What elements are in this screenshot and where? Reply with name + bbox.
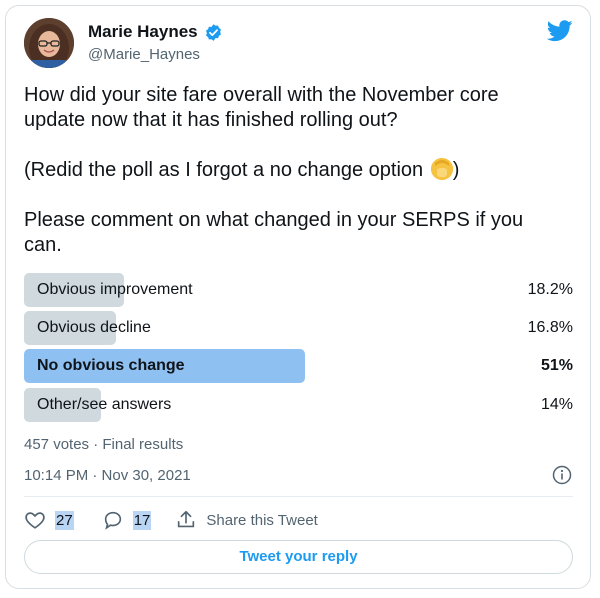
reply-count: 17 bbox=[132, 510, 152, 530]
tweet-text: How did your site fare overall with the … bbox=[24, 83, 564, 258]
poll-option-percent: 14% bbox=[540, 396, 573, 413]
twitter-bird-icon[interactable] bbox=[547, 20, 573, 42]
author-name[interactable]: Marie Haynes bbox=[88, 22, 223, 42]
heart-icon bbox=[25, 512, 45, 529]
poll-option-label: Other/see answers bbox=[37, 396, 172, 413]
tweet-line-question: How did your site fare overall with the … bbox=[24, 84, 499, 131]
poll-option-label: Obvious decline bbox=[37, 319, 151, 336]
avatar[interactable] bbox=[24, 18, 74, 68]
poll-summary: 457 votes · Final results bbox=[24, 436, 184, 453]
like-count: 27 bbox=[55, 510, 74, 530]
divider bbox=[24, 496, 573, 497]
poll-option-label: No obvious change bbox=[37, 357, 185, 374]
tweet-line-redid-text: (Redid the poll as I forgot a no change … bbox=[24, 159, 424, 181]
poll-option-label: Obvious improvement bbox=[37, 281, 193, 298]
verified-badge-icon bbox=[205, 23, 221, 41]
reply-button[interactable]: 17 bbox=[102, 509, 152, 531]
share-button[interactable]: Share this Tweet bbox=[175, 509, 318, 531]
tweet-line-redid: (Redid the poll as I forgot a no change … bbox=[24, 158, 564, 183]
tweet-your-reply-button[interactable]: Tweet your reply bbox=[24, 540, 573, 574]
poll-option: Other/see answers 14% bbox=[24, 388, 576, 422]
action-bar: 27 17 Share this Tweet bbox=[24, 508, 318, 532]
facepalm-emoji bbox=[430, 158, 453, 180]
poll-option-percent: 51% bbox=[540, 357, 573, 374]
author-handle[interactable]: @Marie_Haynes bbox=[88, 46, 200, 63]
reply-icon bbox=[104, 511, 121, 530]
author-name-text[interactable]: Marie Haynes bbox=[88, 22, 198, 42]
like-button[interactable]: 27 bbox=[24, 509, 74, 531]
tweet-timestamp[interactable]: 10:14 PM · Nov 30, 2021 bbox=[24, 467, 191, 484]
info-icon[interactable] bbox=[552, 465, 572, 485]
poll-option: Obvious decline 16.8% bbox=[24, 311, 576, 345]
tweet-line-redid-end: ) bbox=[452, 159, 460, 181]
poll-option: No obvious change 51% bbox=[24, 349, 576, 383]
poll-option-percent: 16.8% bbox=[527, 319, 573, 336]
poll-option-percent: 18.2% bbox=[527, 281, 573, 298]
share-icon bbox=[178, 510, 195, 528]
share-label: Share this Tweet bbox=[206, 511, 318, 529]
poll-option: Obvious improvement 18.2% bbox=[24, 273, 576, 307]
tweet-line-comment: Please comment on what changed in your S… bbox=[24, 209, 524, 256]
